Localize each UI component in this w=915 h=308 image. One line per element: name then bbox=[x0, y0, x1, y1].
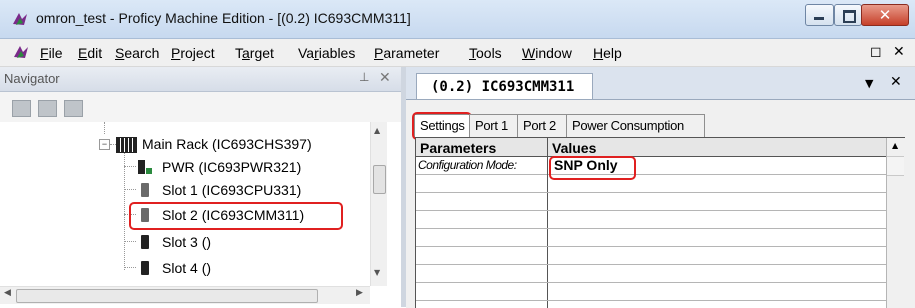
tab-label: Port 1 bbox=[475, 118, 508, 133]
tree-line bbox=[104, 122, 105, 134]
table-row bbox=[416, 283, 886, 301]
menu-window[interactable]: Window bbox=[522, 45, 572, 61]
menu-project[interactable]: Project bbox=[171, 45, 215, 61]
tab-port-2[interactable]: Port 2 bbox=[517, 114, 567, 137]
scroll-right-icon[interactable]: ▶ bbox=[356, 288, 363, 298]
menu-parameter[interactable]: Parameter bbox=[374, 45, 439, 61]
tab-power-consumption[interactable]: Power Consumption bbox=[566, 114, 705, 137]
rack-icon bbox=[116, 137, 137, 153]
maximize-icon bbox=[843, 10, 856, 23]
menu-tools[interactable]: Tools bbox=[469, 45, 502, 61]
tree-item-pwr[interactable]: PWR (IC693PWR321) bbox=[138, 157, 358, 177]
empty-slot-icon bbox=[141, 261, 149, 275]
menu-search[interactable]: Search bbox=[115, 45, 159, 61]
scroll-left-icon[interactable]: ◀ bbox=[4, 288, 11, 298]
tree-item-label: Slot 4 () bbox=[162, 260, 212, 276]
close-button[interactable]: ✕ bbox=[861, 4, 909, 26]
table-row bbox=[416, 265, 886, 283]
table-row bbox=[416, 229, 886, 247]
scroll-up-icon[interactable]: ▲ bbox=[374, 126, 380, 135]
properties-icon[interactable] bbox=[38, 100, 57, 117]
menu-file[interactable]: File bbox=[40, 45, 63, 61]
table-row bbox=[416, 211, 886, 229]
tree-line bbox=[124, 189, 136, 190]
tree-line bbox=[124, 144, 125, 270]
empty-slot-icon bbox=[141, 235, 149, 249]
menu-edit[interactable]: Edit bbox=[78, 45, 102, 61]
scroll-up-icon[interactable]: ▲ bbox=[892, 141, 898, 150]
scroll-thumb[interactable] bbox=[887, 156, 904, 176]
menu-variables[interactable]: Variables bbox=[298, 45, 355, 61]
navigator-vertical-scrollbar[interactable]: ▲ ▼ bbox=[370, 122, 387, 286]
maximize-button[interactable] bbox=[834, 4, 862, 26]
tree-item-label: Slot 3 () bbox=[162, 234, 212, 250]
tree-line bbox=[124, 241, 136, 242]
menu-help[interactable]: Help bbox=[593, 45, 622, 61]
mdi-close-button[interactable]: ✕ bbox=[893, 44, 905, 60]
document-tab-label: (0.2) IC693CMM311 bbox=[431, 79, 575, 95]
tree-item-label: PWR (IC693PWR321) bbox=[162, 159, 302, 175]
minimize-icon bbox=[814, 17, 824, 20]
table-row bbox=[416, 175, 886, 193]
navigator-close-icon[interactable]: ✕ bbox=[379, 69, 391, 86]
column-header-parameters[interactable]: Parameters bbox=[416, 138, 547, 157]
tree-line bbox=[124, 267, 136, 268]
tab-label: Port 2 bbox=[523, 118, 556, 133]
tab-label: Power Consumption bbox=[572, 118, 684, 133]
proficy-app-icon[interactable] bbox=[11, 10, 29, 28]
document-tab[interactable]: (0.2) IC693CMM311 bbox=[416, 73, 593, 100]
highlight-box bbox=[129, 202, 343, 230]
table-view-icon[interactable] bbox=[64, 100, 83, 117]
tree-item-slot-4[interactable]: Slot 4 () bbox=[138, 258, 358, 278]
scroll-down-icon[interactable]: ▼ bbox=[374, 268, 380, 277]
tab-dropdown-icon[interactable]: ▼ bbox=[865, 77, 873, 90]
horizontal-scroll-thumb[interactable] bbox=[16, 289, 318, 303]
tab-port-1[interactable]: Port 1 bbox=[469, 114, 518, 137]
mdi-restore-button[interactable]: ◻ bbox=[870, 44, 882, 60]
project-tree: − Main Rack (IC693CHS397) PWR (IC693PWR3… bbox=[0, 122, 384, 286]
title-bar: omron_test - Proficy Machine Edition - [… bbox=[0, 0, 915, 39]
menu-bar: File Edit Search Project Target Variable… bbox=[0, 39, 915, 67]
window-title: omron_test - Proficy Machine Edition - [… bbox=[36, 10, 411, 26]
menu-target[interactable]: Target bbox=[235, 45, 274, 61]
navigator-title: Navigator bbox=[4, 71, 60, 86]
document-close-icon[interactable]: ✕ bbox=[890, 74, 902, 90]
pin-icon[interactable]: ⊥ bbox=[359, 70, 369, 84]
minimize-button[interactable] bbox=[805, 4, 834, 26]
grid-vertical-scrollbar[interactable]: ▲ bbox=[886, 138, 905, 308]
collapse-expander-icon[interactable]: − bbox=[99, 139, 110, 150]
navigator-horizontal-scrollbar[interactable]: ◀ ▶ bbox=[0, 286, 370, 304]
tree-item-slot-3[interactable]: Slot 3 () bbox=[138, 232, 358, 252]
navigator-toolbar bbox=[0, 92, 401, 122]
tree-line bbox=[124, 166, 136, 167]
tree-item-slot-1[interactable]: Slot 1 (IC693CPU331) bbox=[138, 180, 358, 200]
column-header-values[interactable]: Values bbox=[548, 138, 886, 157]
close-icon: ✕ bbox=[878, 6, 892, 24]
table-row bbox=[416, 247, 886, 265]
scroll-thumb[interactable] bbox=[373, 165, 386, 194]
parameters-grid: Parameters Values Configuration Mode: SN… bbox=[415, 137, 905, 308]
cpu-module-icon bbox=[141, 183, 149, 197]
highlight-box bbox=[412, 112, 472, 140]
power-module-icon bbox=[138, 160, 152, 174]
grid-view-icon[interactable] bbox=[12, 100, 31, 117]
tree-item-label: Slot 1 (IC693CPU331) bbox=[162, 182, 302, 198]
table-row-parameter: Configuration Mode: bbox=[416, 157, 547, 175]
table-row bbox=[416, 193, 886, 211]
navigator-header: Navigator ⊥ ✕ bbox=[0, 67, 401, 92]
tree-item-label: Main Rack (IC693CHS397) bbox=[142, 136, 312, 152]
document-menu-icon[interactable] bbox=[12, 43, 30, 61]
tree-item-main-rack[interactable]: − Main Rack (IC693CHS397) bbox=[99, 134, 359, 154]
